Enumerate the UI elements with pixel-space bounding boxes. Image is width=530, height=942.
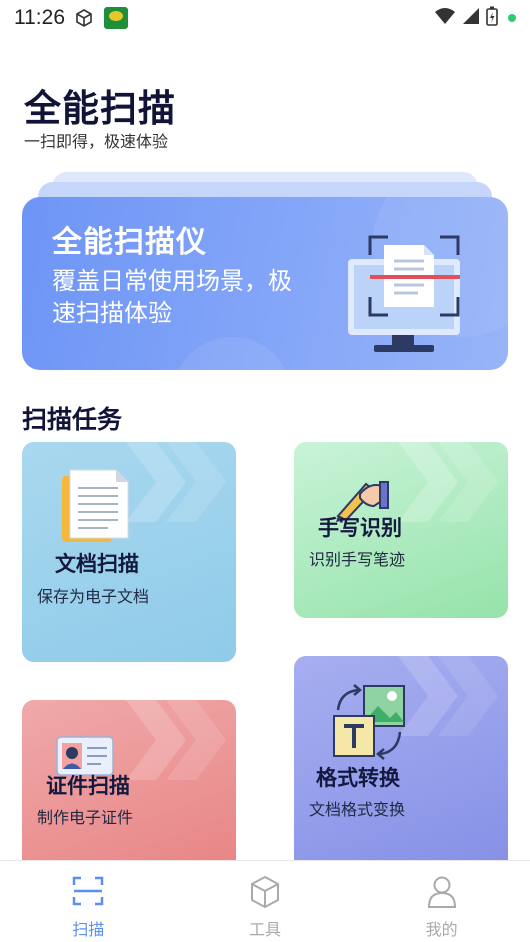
section-title: 扫描任务 xyxy=(22,405,123,434)
card-title: 格式转换 xyxy=(316,766,400,790)
card-title: 手写识别 xyxy=(318,516,402,540)
nav-label: 工具 xyxy=(249,920,282,939)
banner-description: 覆盖日常使用场景，极速扫描体验 xyxy=(52,267,292,327)
scan-icon xyxy=(71,875,105,911)
id-scan-card[interactable]: 证件扫描 制作电子证件 xyxy=(22,700,236,875)
monitor-scan-icon xyxy=(344,231,494,363)
nav-item-mine[interactable]: 我的 xyxy=(353,861,530,942)
bottom-nav: 扫描 工具 我的 xyxy=(0,860,530,942)
signal-icon xyxy=(462,7,480,29)
page-subtitle: 一扫即得，极速体验 xyxy=(24,132,169,151)
format-convert-icon xyxy=(332,684,408,764)
status-bar: 11:26 xyxy=(0,0,530,36)
scanner-banner[interactable]: 全能扫描仪 覆盖日常使用场景，极速扫描体验 xyxy=(22,197,508,370)
card-subtitle: 制作电子证件 xyxy=(37,808,134,827)
banner-title: 全能扫描仪 xyxy=(52,225,207,260)
nav-label: 我的 xyxy=(425,920,458,939)
card-title: 文档扫描 xyxy=(55,552,139,576)
wifi-icon xyxy=(434,7,456,29)
card-subtitle: 识别手写笔迹 xyxy=(309,550,406,569)
notification-dot xyxy=(508,14,516,22)
handwriting-recognition-card[interactable]: 手写识别 识别手写笔迹 xyxy=(294,442,508,618)
card-title: 证件扫描 xyxy=(46,774,130,798)
cube-notification-icon xyxy=(74,8,94,32)
status-indicators xyxy=(434,6,516,30)
document-icon xyxy=(60,466,132,550)
nav-item-scan[interactable]: 扫描 xyxy=(0,861,177,942)
nav-item-tools[interactable]: 工具 xyxy=(177,861,354,942)
nav-label: 扫描 xyxy=(72,920,105,939)
user-icon xyxy=(427,875,457,913)
document-scan-card[interactable]: 文档扫描 保存为电子文档 xyxy=(22,442,236,662)
format-convert-card[interactable]: 格式转换 文档格式变换 xyxy=(294,656,508,875)
card-subtitle: 文档格式变换 xyxy=(309,800,406,819)
status-time: 11:26 xyxy=(14,6,65,29)
app-notification-icon xyxy=(104,7,128,29)
page-title: 全能扫描 xyxy=(24,87,176,130)
card-subtitle: 保存为电子文档 xyxy=(37,587,150,606)
battery-icon xyxy=(486,6,498,30)
cube-icon xyxy=(249,875,281,913)
